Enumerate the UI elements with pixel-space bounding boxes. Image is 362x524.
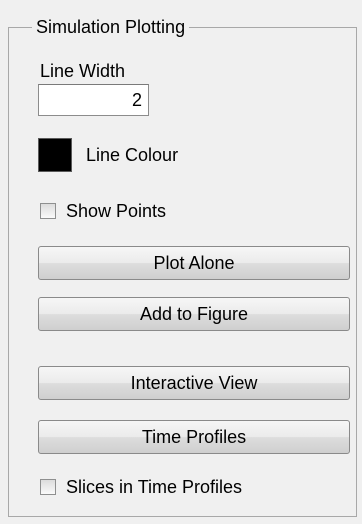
panel-title: Simulation Plotting [32, 16, 190, 38]
slices-in-time-profiles-checkbox[interactable] [40, 479, 56, 495]
line-width-input[interactable] [38, 84, 149, 116]
show-points-checkbox[interactable] [40, 203, 56, 219]
time-profiles-button[interactable]: Time Profiles [38, 420, 350, 454]
show-points-label[interactable]: Show Points [66, 200, 166, 222]
slices-in-time-profiles-label[interactable]: Slices in Time Profiles [66, 476, 242, 498]
add-to-figure-button[interactable]: Add to Figure [38, 297, 350, 331]
interactive-view-button[interactable]: Interactive View [38, 366, 350, 400]
line-width-label: Line Width [40, 61, 126, 81]
line-colour-label: Line Colour [86, 145, 179, 165]
plot-alone-button[interactable]: Plot Alone [38, 246, 350, 280]
line-colour-swatch[interactable] [38, 138, 72, 172]
